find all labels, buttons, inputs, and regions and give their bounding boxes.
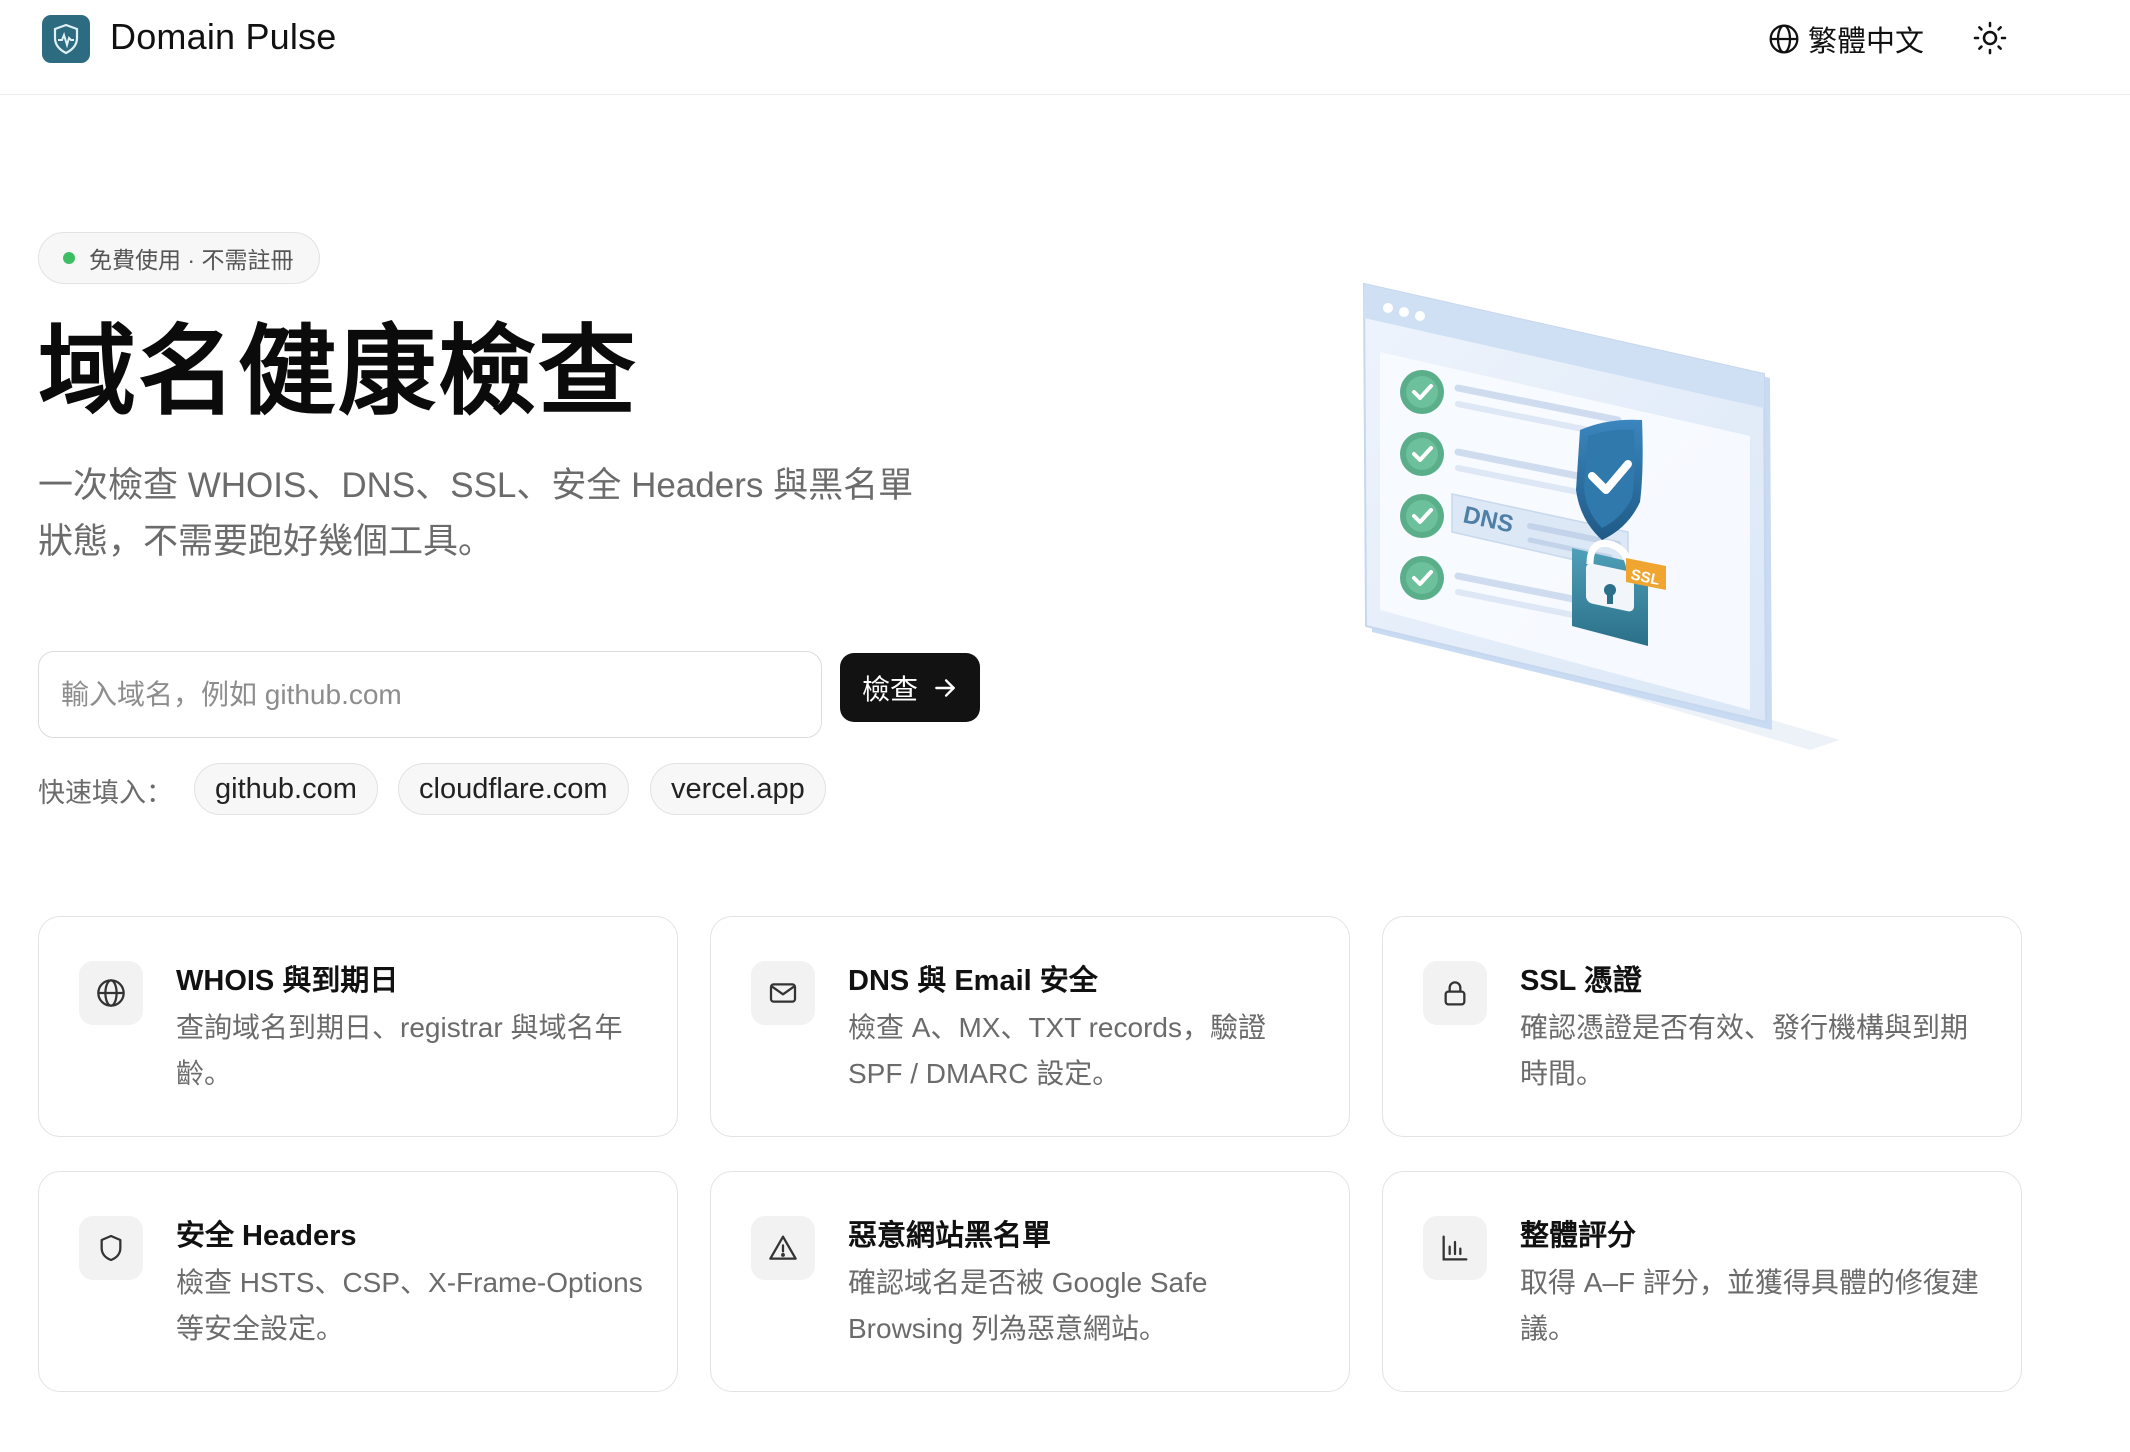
feature-title: 整體評分 (1520, 1220, 1637, 1252)
quick-fill-chip[interactable]: vercel.app (650, 763, 826, 815)
feature-description: 查詢域名到期日、registrar 與域名年齡。 (176, 1012, 623, 1089)
status-dot (63, 252, 75, 264)
brand-name[interactable]: Domain Pulse (110, 16, 337, 58)
page-title: 域名健康檢查 (38, 316, 639, 426)
feature-card-ssl: SSL 憑證 確認憑證是否有效、發行機構與到期時間。 (1382, 916, 2022, 1137)
feature-description: 檢查 HSTS、CSP、X-Frame-Options 等安全設定。 (176, 1267, 643, 1344)
domain-search-input[interactable] (38, 651, 822, 738)
check-button[interactable]: 檢查 (840, 653, 980, 722)
feature-card-whois: WHOIS 與到期日 查詢域名到期日、registrar 與域名年齡。 (38, 916, 678, 1137)
quick-fill-chip[interactable]: cloudflare.com (398, 763, 629, 815)
theme-toggle-button[interactable] (1972, 20, 2008, 56)
check-item (1400, 494, 1444, 538)
shield-icon (79, 1216, 143, 1280)
feature-title: DNS 與 Email 安全 (848, 965, 1098, 997)
feature-card-headers: 安全 Headers 檢查 HSTS、CSP、X-Frame-Options 等… (38, 1171, 678, 1392)
check-button-label: 檢查 (861, 673, 918, 705)
security-check-illustration: DNS SSL (1362, 282, 1840, 750)
feature-description: 取得 A–F 評分，並獲得具體的修復建議。 (1520, 1267, 1979, 1344)
quick-fill-label: 快速填入： (38, 778, 173, 808)
feature-title: WHOIS 與到期日 (176, 965, 399, 997)
globe-icon (1769, 24, 1799, 54)
feature-description: 檢查 A、MX、TXT records，驗證 SPF / DMARC 設定。 (848, 1012, 1266, 1089)
feature-description: 確認域名是否被 Google Safe Browsing 列為惡意網站。 (848, 1267, 1208, 1344)
feature-card-blacklist: 惡意網站黑名單 確認域名是否被 Google Safe Browsing 列為惡… (710, 1171, 1350, 1392)
feature-title: SSL 憑證 (1520, 965, 1642, 997)
quick-fill-chip[interactable]: github.com (194, 763, 378, 815)
feature-description: 確認憑證是否有效、發行機構與到期時間。 (1520, 1012, 1969, 1089)
page-subtitle: 一次檢查 WHOIS、DNS、SSL、安全 Headers 與黑名單狀態，不需要… (38, 466, 914, 561)
arrow-right-icon (935, 678, 955, 697)
feature-card-dns-email: DNS 與 Email 安全 檢查 A、MX、TXT records，驗證 SP… (710, 916, 1350, 1137)
top-navigation-bar: Domain Pulse 繁體中文 (0, 0, 2130, 95)
language-switcher[interactable]: 繁體中文 (1768, 18, 1924, 60)
lock-icon (1423, 961, 1487, 1025)
feature-card-score: 整體評分 取得 A–F 評分，並獲得具體的修復建議。 (1382, 1171, 2022, 1392)
bar-chart-icon (1423, 1216, 1487, 1280)
sun-icon (1973, 21, 2007, 55)
feature-title: 惡意網站黑名單 (848, 1220, 1052, 1252)
free-badge: 免費使用 · 不需註冊 (38, 232, 321, 284)
badge-text: 免費使用 · 不需註冊 (89, 247, 294, 273)
mail-icon (751, 961, 815, 1025)
language-label: 繁體中文 (1808, 26, 1925, 58)
globe-icon (79, 961, 143, 1025)
heartbeat-shield-icon[interactable] (42, 15, 90, 63)
warning-triangle-icon (751, 1216, 815, 1280)
feature-title: 安全 Headers (176, 1220, 357, 1252)
